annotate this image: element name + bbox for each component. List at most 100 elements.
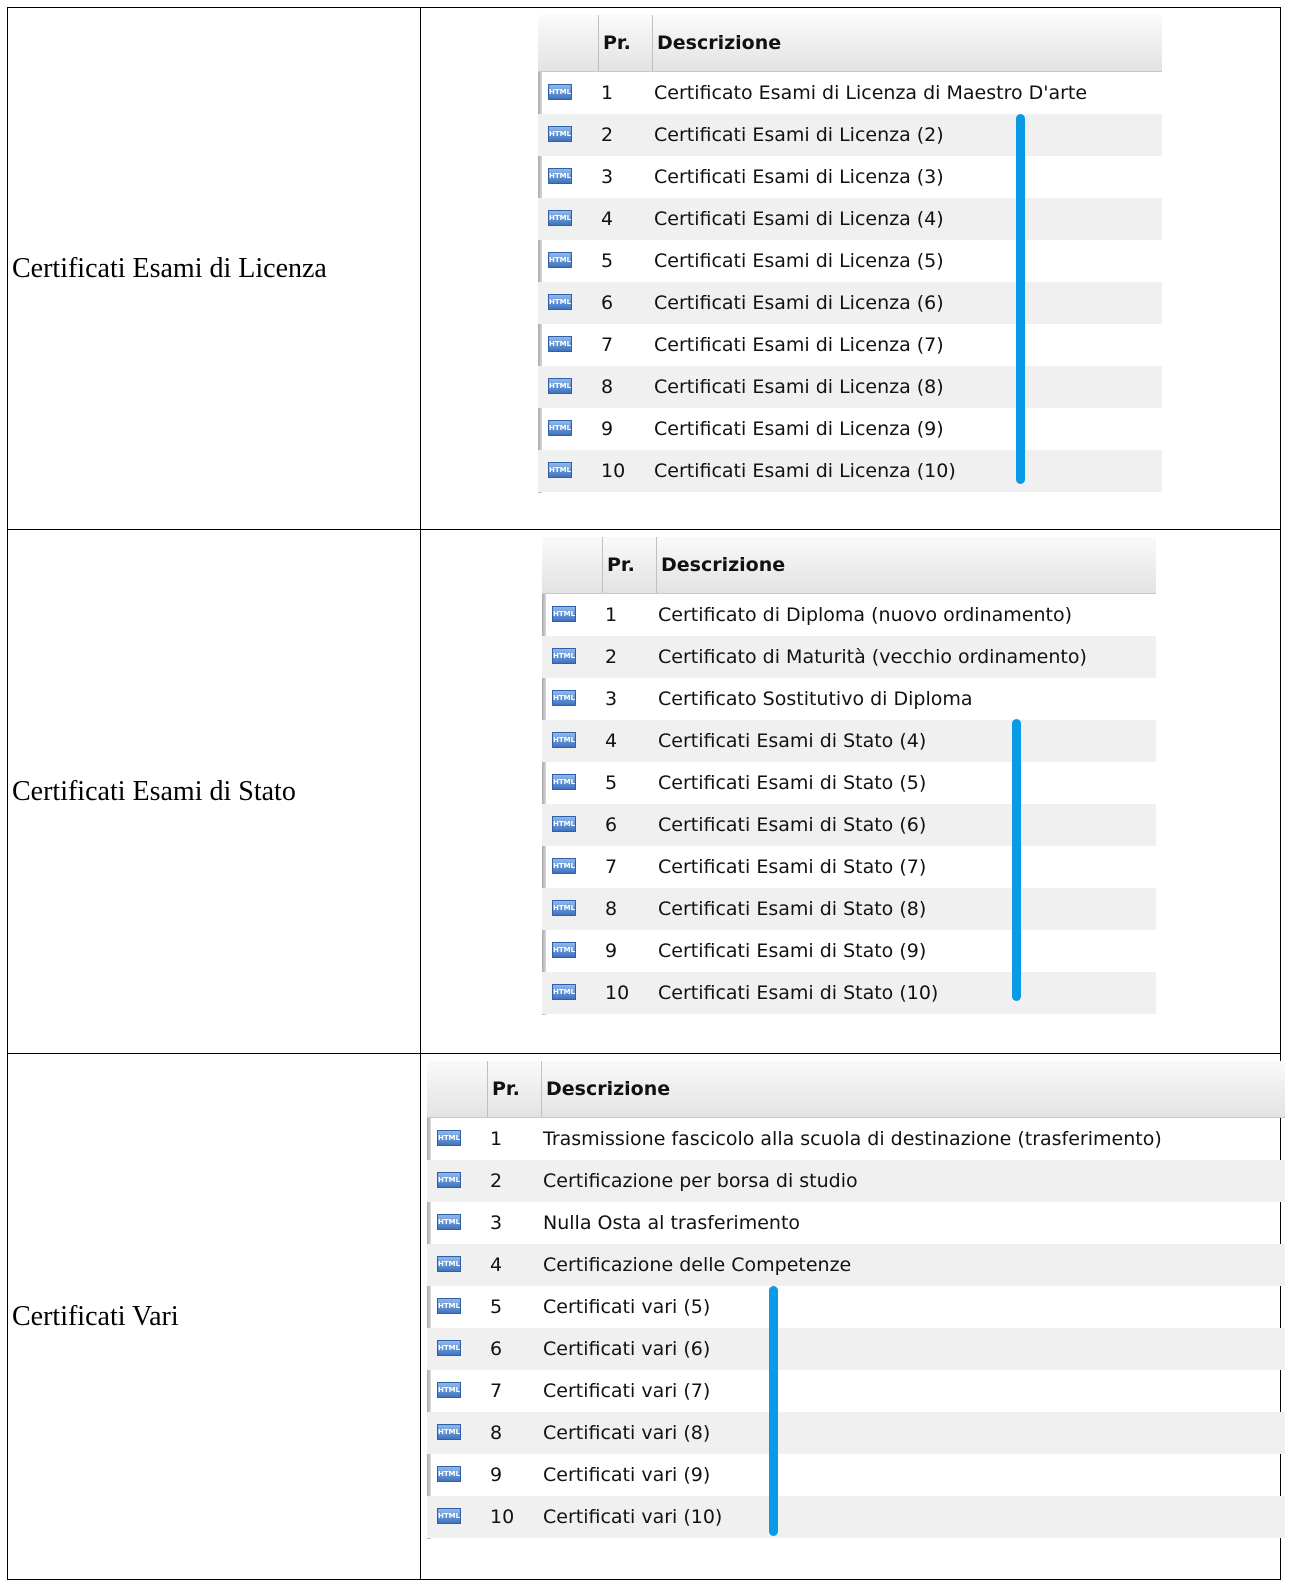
- table-row[interactable]: HTML 6 Certificati vari (6): [427, 1328, 1285, 1370]
- html-file-icon[interactable]: HTML: [548, 168, 572, 184]
- html-file-icon[interactable]: HTML: [548, 126, 572, 142]
- header-pr[interactable]: Pr.: [488, 1061, 542, 1117]
- table-row[interactable]: HTML 3 Certificati Esami di Licenza (3): [538, 156, 1162, 198]
- grid-header: Pr. Descrizione: [538, 15, 1162, 72]
- html-file-icon[interactable]: HTML: [552, 732, 576, 748]
- html-file-icon[interactable]: HTML: [548, 210, 572, 226]
- row-pr: 7: [605, 856, 618, 878]
- table-row[interactable]: HTML 1 Trasmissione fascicolo alla scuola …: [427, 1118, 1285, 1160]
- html-file-icon[interactable]: HTML: [552, 816, 576, 832]
- header-icon-column: [546, 537, 603, 593]
- header-descrizione[interactable]: Descrizione: [543, 1061, 1285, 1117]
- html-file-icon[interactable]: HTML: [437, 1172, 461, 1188]
- row-description: Certificati Esami di Licenza (4): [654, 208, 944, 230]
- table-row[interactable]: HTML 9 Certificati vari (9): [427, 1454, 1285, 1496]
- html-file-icon[interactable]: HTML: [552, 858, 576, 874]
- section-row: Certificati Vari Pr. Descrizione HTML 1 Tras…: [7, 1053, 1285, 1580]
- row-pr: 2: [601, 124, 614, 146]
- header-icon-column: [431, 1061, 488, 1117]
- html-file-icon[interactable]: HTML: [548, 294, 572, 310]
- row-description: Certificati vari (6): [543, 1338, 711, 1360]
- table-row[interactable]: HTML 5 Certificati vari (5): [427, 1286, 1285, 1328]
- html-file-icon[interactable]: HTML: [437, 1424, 461, 1440]
- row-description: Certificati Esami di Stato (10): [658, 982, 939, 1004]
- row-description: Certificati Esami di Licenza (10): [654, 460, 956, 482]
- table-row[interactable]: HTML 4 Certificati Esami di Licenza (4): [538, 198, 1162, 240]
- row-description: Certificati Esami di Licenza (8): [654, 376, 944, 398]
- table-row[interactable]: HTML 8 Certificati Esami di Licenza (8): [538, 366, 1162, 408]
- html-file-icon[interactable]: HTML: [437, 1298, 461, 1314]
- html-file-icon[interactable]: HTML: [437, 1340, 461, 1356]
- grid-cell: Pr. Descrizione HTML 1 Certificato di Diplom…: [420, 529, 1281, 1054]
- highlight-bar: [1012, 719, 1021, 1001]
- html-file-icon[interactable]: HTML: [548, 420, 572, 436]
- table-row[interactable]: HTML 10 Certificati vari (10): [427, 1496, 1285, 1538]
- html-file-icon[interactable]: HTML: [437, 1130, 461, 1146]
- row-description: Trasmissione fascicolo alla scuola di de…: [543, 1128, 1162, 1150]
- section-label: Certificati Esami di Licenza: [7, 7, 421, 530]
- row-pr: 8: [605, 898, 618, 920]
- table-row[interactable]: HTML 10 Certificati Esami di Stato (10): [542, 972, 1156, 1014]
- row-description: Certificato Esami di Licenza di Maestro …: [654, 82, 1088, 104]
- table-row[interactable]: HTML 6 Certificati Esami di Stato (6): [542, 804, 1156, 846]
- table-row[interactable]: HTML 2 Certificazione per borsa di studio: [427, 1160, 1285, 1202]
- html-file-icon[interactable]: HTML: [437, 1508, 461, 1524]
- header-descrizione[interactable]: Descrizione: [654, 15, 1162, 71]
- row-pr: 9: [490, 1464, 503, 1486]
- row-pr: 5: [605, 772, 618, 794]
- html-file-icon[interactable]: HTML: [437, 1256, 461, 1272]
- html-file-icon[interactable]: HTML: [552, 606, 576, 622]
- html-file-icon[interactable]: HTML: [548, 336, 572, 352]
- row-pr: 8: [490, 1422, 503, 1444]
- table-row[interactable]: HTML 9 Certificati Esami di Stato (9): [542, 930, 1156, 972]
- html-file-icon[interactable]: HTML: [548, 84, 572, 100]
- table-row[interactable]: HTML 8 Certificati Esami di Stato (8): [542, 888, 1156, 930]
- row-description: Certificati vari (5): [543, 1296, 711, 1318]
- html-file-icon[interactable]: HTML: [552, 984, 576, 1000]
- html-file-icon[interactable]: HTML: [552, 942, 576, 958]
- table-row[interactable]: HTML 9 Certificati Esami di Licenza (9): [538, 408, 1162, 450]
- header-descrizione[interactable]: Descrizione: [658, 537, 1156, 593]
- html-file-icon[interactable]: HTML: [548, 252, 572, 268]
- html-file-icon[interactable]: HTML: [437, 1382, 461, 1398]
- table-row[interactable]: HTML 10 Certificati Esami di Licenza (10): [538, 450, 1162, 492]
- header-pr[interactable]: Pr.: [603, 537, 657, 593]
- table-row[interactable]: HTML 5 Certificati Esami di Licenza (5): [538, 240, 1162, 282]
- html-file-icon[interactable]: HTML: [552, 690, 576, 706]
- table-row[interactable]: HTML 7 Certificati Esami di Licenza (7): [538, 324, 1162, 366]
- section-label: Certificati Vari: [7, 1053, 421, 1580]
- certificate-grid: Pr. Descrizione HTML 1 Certificato Esami di …: [538, 15, 1162, 493]
- row-description: Certificati Esami di Stato (4): [658, 730, 927, 752]
- table-row[interactable]: HTML 7 Certificati Esami di Stato (7): [542, 846, 1156, 888]
- table-row[interactable]: HTML 3 Nulla Osta al trasferimento: [427, 1202, 1285, 1244]
- html-file-icon[interactable]: HTML: [548, 462, 572, 478]
- table-row[interactable]: HTML 1 Certificato Esami di Licenza di Mae…: [538, 72, 1162, 114]
- html-file-icon[interactable]: HTML: [552, 774, 576, 790]
- html-file-icon[interactable]: HTML: [548, 378, 572, 394]
- table-row[interactable]: HTML 2 Certificato di Maturità (vecchio or…: [542, 636, 1156, 678]
- row-pr: 6: [605, 814, 618, 836]
- row-pr: 10: [490, 1506, 515, 1528]
- grid-cell: Pr. Descrizione HTML 1 Trasmissione fascicol…: [420, 1053, 1285, 1580]
- table-row[interactable]: HTML 8 Certificati vari (8): [427, 1412, 1285, 1454]
- section-label: Certificati Esami di Stato: [7, 529, 421, 1054]
- html-file-icon[interactable]: HTML: [552, 900, 576, 916]
- table-row[interactable]: HTML 1 Certificato di Diploma (nuovo ordin…: [542, 594, 1156, 636]
- table-row[interactable]: HTML 3 Certificato Sostitutivo di Diploma: [542, 678, 1156, 720]
- row-description: Certificati vari (8): [543, 1422, 711, 1444]
- table-row[interactable]: HTML 4 Certificati Esami di Stato (4): [542, 720, 1156, 762]
- html-file-icon[interactable]: HTML: [437, 1466, 461, 1482]
- row-description: Certificati Esami di Licenza (9): [654, 418, 944, 440]
- table-row[interactable]: HTML 2 Certificati Esami di Licenza (2): [538, 114, 1162, 156]
- table-row[interactable]: HTML 7 Certificati vari (7): [427, 1370, 1285, 1412]
- html-file-icon[interactable]: HTML: [552, 648, 576, 664]
- row-pr: 5: [601, 250, 614, 272]
- html-file-icon[interactable]: HTML: [437, 1214, 461, 1230]
- table-row[interactable]: HTML 5 Certificati Esami di Stato (5): [542, 762, 1156, 804]
- header-pr[interactable]: Pr.: [599, 15, 653, 71]
- table-row[interactable]: HTML 4 Certificazione delle Competenze: [427, 1244, 1285, 1286]
- row-description: Certificato di Maturità (vecchio ordinam…: [658, 646, 1087, 668]
- row-description: Certificato di Diploma (nuovo ordinament…: [658, 604, 1072, 626]
- row-description: Certificazione delle Competenze: [543, 1254, 852, 1276]
- table-row[interactable]: HTML 6 Certificati Esami di Licenza (6): [538, 282, 1162, 324]
